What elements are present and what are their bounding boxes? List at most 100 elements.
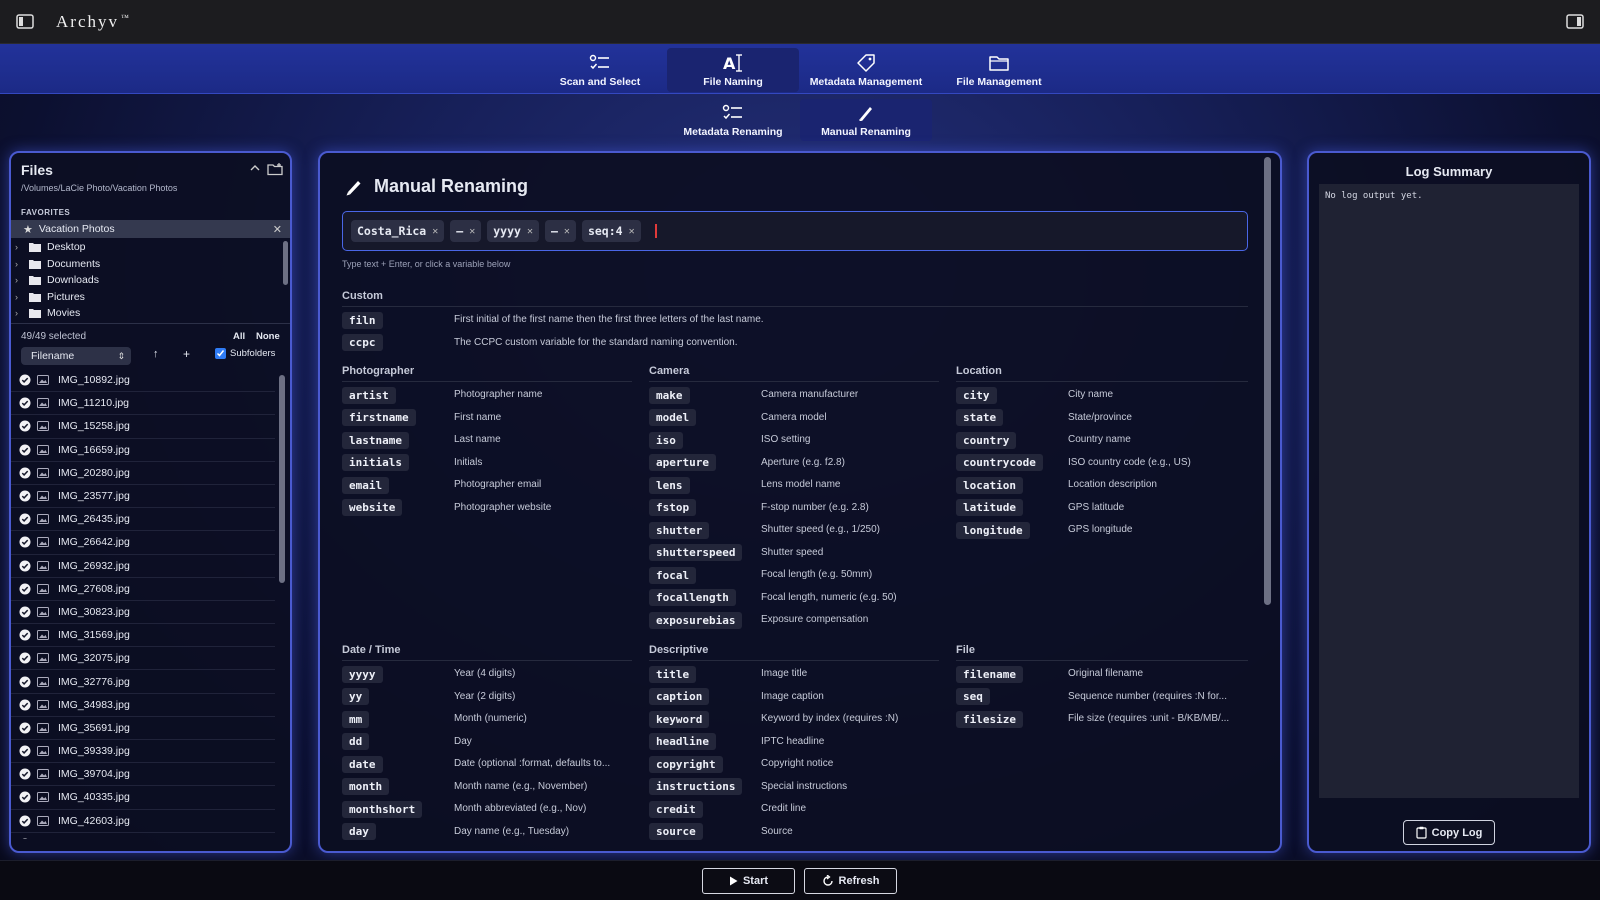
open-folder-icon[interactable] [267,162,283,176]
tree-scrollbar[interactable] [283,241,288,285]
variable-chip[interactable]: lens [649,476,690,494]
variable-aperture[interactable]: aperture [649,452,716,474]
variable-longitude[interactable]: longitude [956,519,1030,541]
variable-email[interactable]: email [342,474,390,496]
tree-item-movies[interactable]: › Movies [11,305,281,322]
variable-chip[interactable]: keyword [649,710,710,728]
check-circle-icon[interactable] [19,560,31,572]
chevron-right-icon[interactable]: › [15,275,29,285]
variable-chip[interactable]: iso [649,431,683,449]
variable-chip[interactable]: artist [342,386,396,404]
add-sort-button[interactable]: + [183,347,190,361]
variable-chip[interactable]: exposurebias [649,611,743,629]
variable-chip[interactable]: aperture [649,454,716,471]
chevron-right-icon[interactable]: › [15,292,29,302]
sidebar-toggle-icon[interactable] [12,10,38,34]
variable-make[interactable]: make [649,384,690,406]
tree-item-desktop[interactable]: › Desktop [11,239,281,256]
variable-chip[interactable]: country [956,431,1017,449]
variable-chip[interactable]: dd [342,733,370,750]
pattern-token[interactable]: – ✕ [450,220,482,242]
variable-shutter[interactable]: shutter [649,519,710,541]
variable-keyword[interactable]: keyword [649,708,710,730]
variable-chip[interactable]: website [342,499,403,516]
variable-chip[interactable]: ccpc [342,334,383,351]
file-list-scrollbar[interactable] [279,375,285,583]
variable-chip[interactable]: email [342,476,390,494]
file-row[interactable]: IMG_26435.jpg [11,508,275,532]
variable-yy[interactable]: yy [342,686,370,708]
variable-initials[interactable]: initials [342,452,409,474]
variable-chip[interactable]: city [956,386,997,404]
variable-chip[interactable]: credit [649,800,703,818]
check-circle-icon[interactable] [19,397,31,409]
check-circle-icon[interactable] [19,652,31,664]
variable-chip[interactable]: filesize [956,710,1023,728]
variable-artist[interactable]: artist [342,384,396,406]
tab-scan-and-select[interactable]: Scan and Select [534,48,666,92]
sort-direction-button[interactable]: ↑ [153,348,159,360]
check-circle-icon[interactable] [19,676,31,688]
variable-chip[interactable]: monthshort [342,800,423,818]
check-circle-icon[interactable] [19,838,31,839]
tab-manual-renaming[interactable]: Manual Renaming [800,99,932,141]
file-row[interactable]: IMG_32776.jpg [11,670,275,694]
right-panel-toggle-icon[interactable] [1562,10,1588,34]
sort-field-select[interactable]: Filename ⇕ [21,347,131,365]
pattern-token[interactable]: Costa_Rica ✕ [351,220,445,242]
variable-fstop[interactable]: fstop [649,497,697,519]
variable-iso[interactable]: iso [649,429,683,451]
variable-seq[interactable]: seq [956,686,990,708]
variable-copyright[interactable]: copyright [649,753,723,775]
remove-token-icon[interactable]: ✕ [527,226,533,237]
variable-firstname[interactable]: firstname [342,407,416,429]
remove-token-icon[interactable]: ✕ [432,226,438,237]
file-row[interactable]: IMG_34983.jpg [11,694,275,717]
refresh-button[interactable]: Refresh [804,868,897,894]
variable-monthshort[interactable]: monthshort [342,798,423,820]
check-circle-icon[interactable] [19,536,31,548]
pattern-token[interactable]: seq:4 ✕ [581,220,641,242]
remove-favorite-icon[interactable]: ✕ [273,223,282,236]
check-circle-icon[interactable] [19,420,31,432]
subfolders-toggle[interactable]: Subfolders [215,348,275,359]
file-row[interactable]: IMG_40335.jpg [11,786,275,810]
variable-lens[interactable]: lens [649,474,690,496]
variable-chip[interactable]: shutterspeed [649,544,743,561]
variable-countrycode[interactable]: countrycode [956,452,1043,474]
file-row[interactable]: IMG_30823.jpg [11,601,275,625]
check-circle-icon[interactable] [19,374,31,386]
variable-chip[interactable]: month [342,778,390,795]
file-row[interactable]: IMG_23577.jpg [11,485,275,509]
variable-chip[interactable]: instructions [649,778,743,795]
tab-metadata-renaming[interactable]: Metadata Renaming [667,99,799,141]
checkbox-checked-icon[interactable] [215,348,226,359]
panel-scrollbar[interactable] [1264,157,1271,605]
variable-chip[interactable]: filename [956,665,1023,683]
file-row[interactable]: IMG_20280.jpg [11,462,275,485]
variable-chip[interactable]: make [649,386,690,404]
variable-chip[interactable]: source [649,823,703,840]
file-row[interactable]: IMG_39704.jpg [11,763,275,787]
variable-location[interactable]: location [956,474,1023,496]
file-row[interactable]: IMG_26932.jpg [11,555,275,578]
variable-source[interactable]: source [649,821,703,843]
variable-chip[interactable]: copyright [649,755,723,773]
variable-chip[interactable]: location [956,476,1023,494]
variable-chip[interactable]: date [342,755,383,773]
remove-token-icon[interactable]: ✕ [629,226,635,237]
variable-exposurebias[interactable]: exposurebias [649,609,743,631]
variable-chip[interactable]: longitude [956,521,1030,539]
variable-state[interactable]: state [956,407,1004,429]
variable-credit[interactable]: credit [649,798,703,820]
variable-chip[interactable]: mm [342,710,370,728]
variable-chip[interactable]: focallength [649,589,736,606]
variable-city[interactable]: city [956,384,997,406]
file-row[interactable]: IMG_31569.jpg [11,624,275,648]
remove-token-icon[interactable]: ✕ [469,226,475,237]
file-row[interactable]: IMG_11210.jpg [11,392,275,416]
variable-chip[interactable]: initials [342,454,409,471]
check-circle-icon[interactable] [19,513,31,525]
start-button[interactable]: Start [702,868,795,894]
variable-chip[interactable]: state [956,409,1004,426]
